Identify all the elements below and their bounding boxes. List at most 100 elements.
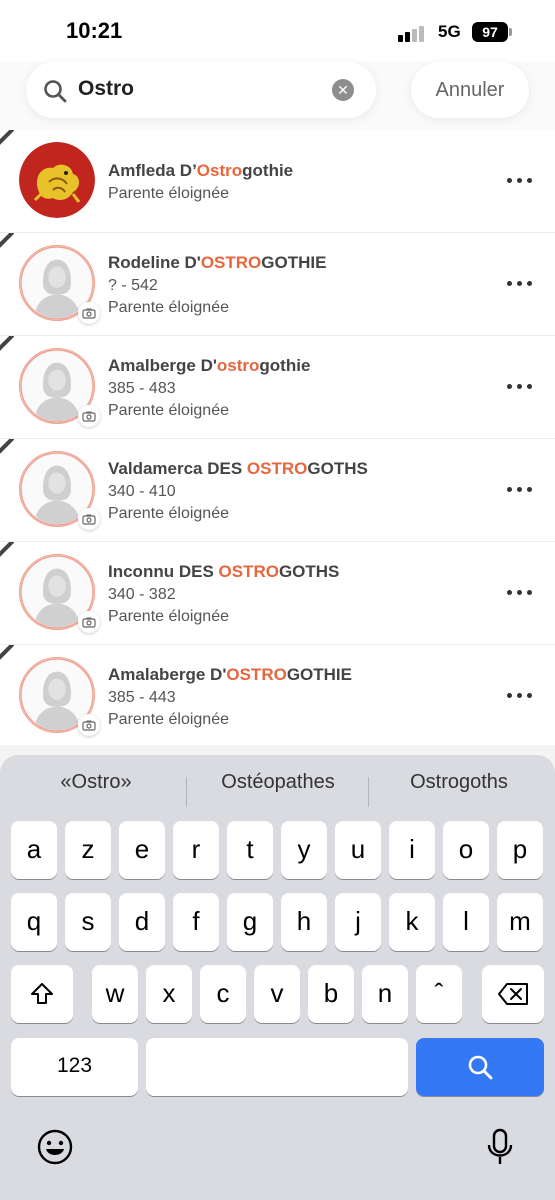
row-marker [0, 439, 16, 455]
more-options-icon[interactable] [506, 685, 534, 705]
name-highlight: OSTRO [226, 665, 287, 684]
key-b[interactable]: b [308, 965, 354, 1023]
result-row[interactable]: Inconnu DES OSTROGOTHS 340 - 382 Parente… [0, 542, 555, 645]
camera-icon[interactable] [78, 302, 100, 324]
key-t[interactable]: t [227, 821, 273, 879]
result-relation: Parente éloignée [108, 608, 229, 625]
shift-icon [31, 983, 53, 1004]
result-name: Inconnu DES OSTROGOTHS [108, 562, 340, 581]
key-m[interactable]: m [497, 893, 543, 951]
key-e[interactable]: e [119, 821, 165, 879]
numbers-key[interactable]: 123 [11, 1038, 138, 1096]
name-highlight: Ostro [196, 161, 243, 180]
result-row[interactable]: Amalaberge D'OSTROGOTHIE 385 - 443 Paren… [0, 645, 555, 748]
more-options-icon[interactable] [506, 479, 534, 499]
cancel-button[interactable]: Annuler [411, 62, 529, 118]
more-options-icon[interactable] [506, 273, 534, 293]
key-o[interactable]: o [443, 821, 489, 879]
backspace-icon [498, 983, 528, 1005]
camera-icon[interactable] [78, 405, 100, 427]
status-bar: 10:21 5G 97 [0, 0, 555, 62]
more-options-icon[interactable] [506, 582, 534, 602]
key-h[interactable]: h [281, 893, 327, 951]
row-marker [0, 336, 16, 352]
row-marker [0, 645, 16, 661]
key-w[interactable]: w [92, 965, 138, 1023]
delete-key[interactable] [482, 965, 544, 1023]
battery-tip [509, 28, 512, 36]
suggestion-2[interactable]: Ostéopathes [188, 771, 368, 794]
result-name: Valdamerca DES OSTROGOTHS [108, 459, 368, 478]
shift-key[interactable] [11, 965, 73, 1023]
key-g[interactable]: g [227, 893, 273, 951]
suggestion-divider [186, 777, 187, 807]
result-row[interactable]: Amfleda D’Ostrogothie Parente éloignée [0, 130, 555, 233]
search-icon [44, 80, 67, 103]
signal-icon [398, 24, 428, 42]
key-z[interactable]: z [65, 821, 111, 879]
key-i[interactable]: i [389, 821, 435, 879]
key-n[interactable]: n [362, 965, 408, 1023]
key-s[interactable]: s [65, 893, 111, 951]
key-x[interactable]: x [146, 965, 192, 1023]
result-dates: 385 - 443 [108, 689, 176, 706]
keyboard: «Ostro» Ostéopathes Ostrogoths a z e r t… [0, 755, 555, 1200]
name-highlight: ostro [216, 356, 260, 375]
key-circumflex[interactable]: ˆ [416, 965, 462, 1023]
row-marker [0, 130, 16, 146]
name-highlight: OSTRO [246, 459, 308, 478]
camera-icon[interactable] [78, 508, 100, 530]
key-v[interactable]: v [254, 965, 300, 1023]
key-j[interactable]: j [335, 893, 381, 951]
row-marker [0, 233, 16, 249]
search-query[interactable]: Ostro [78, 77, 134, 101]
search-icon [468, 1055, 493, 1080]
result-relation: Parente éloignée [108, 402, 229, 419]
key-p[interactable]: p [497, 821, 543, 879]
camera-icon[interactable] [78, 611, 100, 633]
microphone-icon[interactable] [480, 1127, 520, 1167]
space-key[interactable] [146, 1038, 408, 1096]
name-highlight: OSTRO [218, 562, 279, 581]
battery-icon: 97 [472, 22, 508, 42]
key-r[interactable]: r [173, 821, 219, 879]
emoji-icon[interactable] [35, 1127, 75, 1167]
result-name: Amalaberge D'OSTROGOTHIE [108, 665, 352, 684]
suggestion-3[interactable]: Ostrogoths [369, 771, 549, 794]
key-k[interactable]: k [389, 893, 435, 951]
result-name: Amfleda D’Ostrogothie [108, 161, 294, 180]
key-l[interactable]: l [443, 893, 489, 951]
result-row[interactable]: Rodeline D'OSTROGOTHIE ? - 542 Parente é… [0, 233, 555, 336]
clock: 10:21 [66, 18, 123, 43]
search-input[interactable]: Ostro ✕ [26, 62, 376, 118]
search-key[interactable] [416, 1038, 544, 1096]
key-q[interactable]: q [11, 893, 57, 951]
key-d[interactable]: d [119, 893, 165, 951]
key-a[interactable]: a [11, 821, 57, 879]
search-bar: Ostro ✕ Annuler [0, 62, 555, 132]
key-f[interactable]: f [173, 893, 219, 951]
more-options-icon[interactable] [506, 376, 534, 396]
result-name: Amalberge D'ostrogothie [108, 356, 311, 375]
coat-of-arms-avatar [19, 142, 95, 218]
result-dates: 340 - 410 [108, 483, 176, 500]
result-row[interactable]: Valdamerca DES OSTROGOTHS 340 - 410 Pare… [0, 439, 555, 542]
result-relation: Parente éloignée [108, 299, 229, 316]
suggestion-1[interactable]: «Ostro» [6, 771, 186, 794]
name-highlight: OSTRO [200, 253, 262, 272]
camera-icon[interactable] [78, 714, 100, 736]
network-type: 5G [438, 22, 461, 41]
row-marker [0, 542, 16, 558]
result-dates: 385 - 483 [108, 380, 176, 397]
clear-search-icon[interactable]: ✕ [332, 79, 354, 101]
result-relation: Parente éloignée [108, 185, 229, 202]
key-c[interactable]: c [200, 965, 246, 1023]
result-relation: Parente éloignée [108, 711, 229, 728]
more-options-icon[interactable] [506, 170, 534, 190]
key-y[interactable]: y [281, 821, 327, 879]
result-row[interactable]: Amalberge D'ostrogothie 385 - 483 Parent… [0, 336, 555, 439]
suggestion-bar: «Ostro» Ostéopathes Ostrogoths [0, 765, 555, 807]
result-relation: Parente éloignée [108, 505, 229, 522]
results-list: Amfleda D’Ostrogothie Parente éloignée R… [0, 130, 555, 748]
key-u[interactable]: u [335, 821, 381, 879]
